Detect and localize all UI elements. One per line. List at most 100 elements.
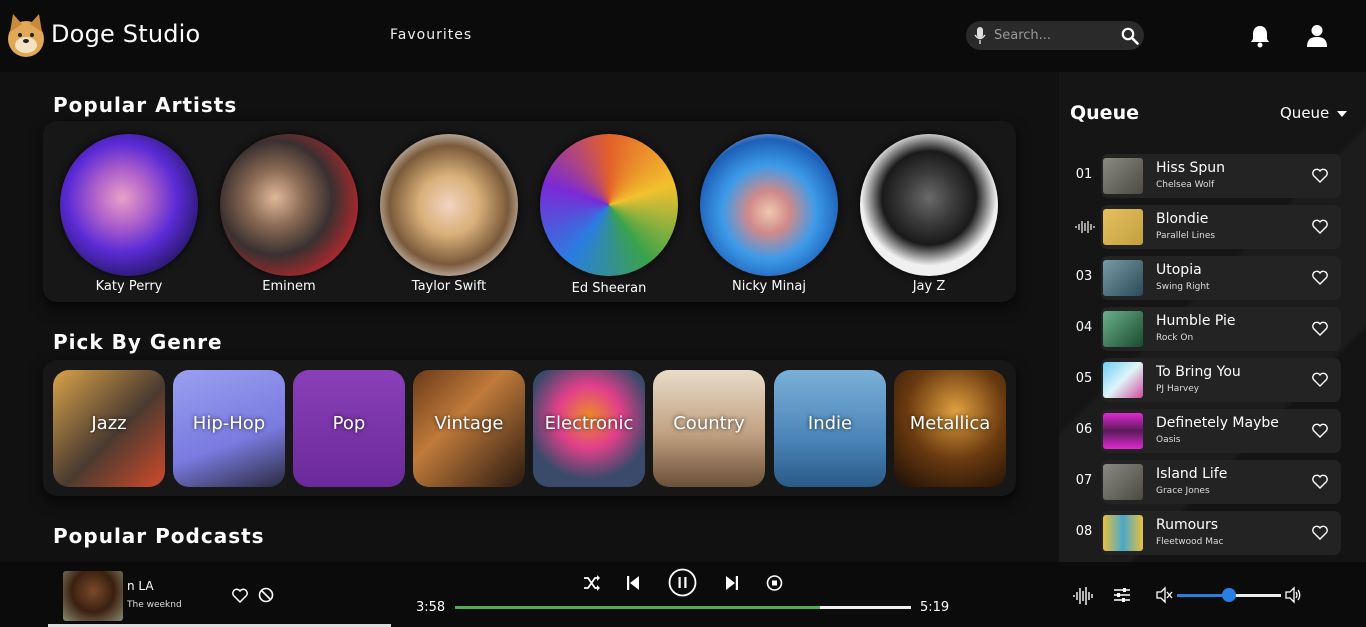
genre-card-pop[interactable]: Pop — [293, 370, 405, 487]
genre-label: Metallica — [909, 413, 991, 434]
queue-item[interactable]: 07 Island Life Grace Jones — [1069, 460, 1341, 504]
search-icon[interactable] — [1121, 27, 1139, 45]
queue-card[interactable]: Humble Pie Rock On — [1101, 307, 1341, 351]
block-icon[interactable] — [258, 587, 274, 603]
genre-label: Jazz — [91, 413, 127, 434]
queue-card[interactable]: Blondie Parallel Lines — [1101, 205, 1341, 249]
time-current: 3:58 — [416, 600, 446, 615]
queue-track-artist: Oasis — [1156, 435, 1181, 445]
bell-icon[interactable] — [1249, 24, 1271, 48]
artist-name: Jay Z — [912, 279, 946, 294]
artist-card-taylor-swift[interactable]: Taylor Swift — [380, 134, 518, 294]
shuffle-icon[interactable] — [583, 574, 601, 592]
queue-item[interactable]: 05 To Bring You PJ Harvey — [1069, 358, 1341, 402]
pause-button[interactable] — [668, 568, 697, 597]
queue-index: 05 — [1075, 371, 1093, 386]
queue-item[interactable]: 01 Hiss Spun Chelsea Wolf — [1069, 154, 1341, 198]
user-icon[interactable] — [1306, 24, 1328, 48]
equalizer-icon[interactable] — [1113, 586, 1131, 604]
queue-card[interactable]: Utopia Swing Right — [1101, 256, 1341, 300]
album-art — [1103, 362, 1143, 398]
album-art — [1103, 260, 1143, 296]
artist-image — [540, 134, 678, 276]
queue-card[interactable]: Definetely Maybe Oasis — [1101, 409, 1341, 453]
nav-favourites[interactable]: Favourites — [390, 27, 472, 43]
now-playing-art[interactable] — [63, 571, 123, 621]
heart-icon[interactable] — [1312, 321, 1328, 336]
progress-bar[interactable] — [455, 606, 911, 609]
genre-label: Hip-Hop — [192, 413, 266, 434]
queue-item[interactable]: 04 Humble Pie Rock On — [1069, 307, 1341, 351]
queue-item[interactable]: 06 Definetely Maybe Oasis — [1069, 409, 1341, 453]
queue-index: 06 — [1075, 422, 1093, 437]
queue-track-artist: Swing Right — [1156, 282, 1210, 292]
artist-card-eminem[interactable]: Eminem — [220, 134, 358, 294]
queue-index: 07 — [1075, 473, 1093, 488]
album-art — [1103, 311, 1143, 347]
player-bar: n LA The weeknd 3:58 5:19 — [0, 562, 1366, 627]
artist-image — [60, 134, 198, 276]
artist-name: Katy Perry — [95, 279, 163, 294]
previous-icon[interactable] — [626, 574, 640, 592]
genre-card-jazz[interactable]: Jazz — [53, 370, 165, 487]
genre-card-metallica[interactable]: Metallica — [894, 370, 1006, 487]
popular-artists-title: Popular Artists — [53, 93, 238, 117]
genre-label: Pop — [332, 413, 366, 434]
next-icon[interactable] — [725, 574, 739, 592]
queue-track-artist: Parallel Lines — [1156, 231, 1216, 241]
queue-track-artist: Rock On — [1156, 333, 1194, 343]
queue-item[interactable]: 03 Utopia Swing Right — [1069, 256, 1341, 300]
volume-track-rest — [1229, 594, 1281, 597]
artist-card-ed-sheeran[interactable]: Ed Sheeran — [540, 134, 678, 296]
queue-item-playing[interactable]: Blondie Parallel Lines — [1069, 205, 1341, 249]
queue-card[interactable]: To Bring You PJ Harvey — [1101, 358, 1341, 402]
stop-icon[interactable] — [766, 574, 783, 592]
heart-icon[interactable] — [1312, 219, 1328, 234]
artist-image — [380, 134, 518, 276]
soundwave-icon — [1075, 221, 1095, 233]
heart-icon[interactable] — [232, 588, 248, 603]
queue-card[interactable]: Rumours Fleetwood Mac — [1101, 511, 1341, 555]
genre-card-vintage[interactable]: Vintage — [413, 370, 525, 487]
queue-title: Queue — [1070, 102, 1139, 124]
genre-label: Vintage — [434, 413, 504, 434]
genre-card-indie[interactable]: Indie — [774, 370, 886, 487]
queue-card[interactable]: Hiss Spun Chelsea Wolf — [1101, 154, 1341, 198]
pick-by-genre-title: Pick By Genre — [53, 330, 223, 354]
artist-card-jay-z[interactable]: Jay Z — [860, 134, 998, 294]
album-art — [1103, 515, 1143, 551]
heart-icon[interactable] — [1312, 423, 1328, 438]
album-art — [1103, 464, 1143, 500]
queue-track-artist: Chelsea Wolf — [1156, 180, 1215, 190]
main-content: Popular Artists Katy Perry Eminem Taylor… — [0, 72, 1058, 562]
doge-logo[interactable] — [5, 12, 47, 58]
queue-dropdown[interactable]: Queue — [1280, 104, 1348, 122]
brand-title[interactable]: Doge Studio — [51, 20, 200, 48]
queue-item[interactable]: 08 Rumours Fleetwood Mac — [1069, 511, 1341, 555]
queue-index: 03 — [1075, 269, 1093, 284]
heart-icon[interactable] — [1312, 372, 1328, 387]
heart-icon[interactable] — [1312, 270, 1328, 285]
genre-label: Indie — [807, 413, 853, 434]
genre-card-electronic[interactable]: Electronic — [533, 370, 645, 487]
heart-icon[interactable] — [1312, 168, 1328, 183]
queue-index: 04 — [1075, 320, 1093, 335]
queue-card[interactable]: Island Life Grace Jones — [1101, 460, 1341, 504]
soundwave-icon[interactable] — [1073, 586, 1095, 606]
genre-card-hip-hop[interactable]: Hip-Hop — [173, 370, 285, 487]
heart-icon[interactable] — [1312, 474, 1328, 489]
queue-track-artist: Fleetwood Mac — [1156, 537, 1224, 547]
artist-card-katy-perry[interactable]: Katy Perry — [60, 134, 198, 294]
queue-track-title: Humble Pie — [1156, 313, 1236, 329]
volume-up-icon[interactable] — [1284, 586, 1302, 604]
mute-icon[interactable] — [1155, 586, 1173, 604]
microphone-icon[interactable] — [974, 27, 986, 44]
volume-knob[interactable] — [1222, 588, 1236, 602]
search-input[interactable] — [994, 25, 1114, 46]
queue-track-title: Rumours — [1156, 517, 1219, 533]
queue-track-title: Hiss Spun — [1156, 160, 1225, 176]
queue-track-artist: Grace Jones — [1156, 486, 1210, 496]
artist-card-nicky-minaj[interactable]: Nicky Minaj — [700, 134, 838, 294]
genre-card-country[interactable]: Country — [653, 370, 765, 487]
heart-icon[interactable] — [1312, 525, 1328, 540]
